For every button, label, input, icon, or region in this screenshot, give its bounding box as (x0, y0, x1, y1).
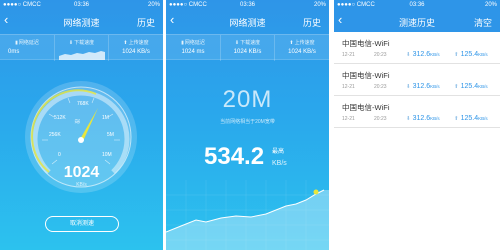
latency-label: 网络延迟 (184, 40, 205, 46)
current-speed-value: 1024 (63, 164, 100, 181)
upload-label: 上传速度 (294, 40, 315, 46)
download-speed: ⬇ 312.6KB/s (406, 115, 440, 122)
upload-value: 1024 KB/s (122, 49, 150, 55)
upload-value: 1024 KB/s (288, 49, 316, 55)
speedtest-screen: ●●●●○ CMCC 03:36 20% ‹ 网络测速 历史 ▮网络延迟 0ms… (0, 0, 163, 250)
latency-metric: ▮网络延迟 1024 ms (166, 35, 220, 61)
upload-speed-value: 125.4 (460, 51, 479, 58)
download-value: 1024 KB/s (233, 49, 262, 55)
download-arrow-icon: ⬇ (68, 40, 74, 46)
download-speed-unit: KB/s (430, 116, 440, 121)
upload-speed: ⬆ 125.4KB/s (454, 115, 488, 122)
nav-bar: ‹ 网络测速 历史 (0, 10, 163, 32)
speedtest-result-screen: ●●●●○ CMCC 03:36 20% ‹ 网络测速 历史 ▮网络延迟 102… (166, 0, 329, 250)
network-name: 中国电信-WiFi (342, 71, 390, 80)
gauge-tick-label: 5M (107, 132, 114, 138)
download-speed-value: 312.6 (412, 83, 431, 90)
download-arrow-icon: ⬇ (406, 116, 411, 122)
metrics-bar: ▮网络延迟 0ms ⬇下载速度 ⬆上传速度 1024 KB/s (0, 34, 163, 61)
download-metric: ⬇下载速度 1024 KB/s (220, 35, 274, 61)
metrics-bar: ▮网络延迟 1024 ms ⬇下载速度 1024 KB/s ⬆上传速度 1024… (166, 34, 329, 61)
upload-arrow-icon: ⬆ (454, 116, 459, 122)
battery-level: 20% (147, 2, 160, 8)
upload-arrow-icon: ⬆ (289, 40, 294, 46)
upload-speed: ⬆ 125.4KB/s (454, 51, 488, 58)
upload-arrow-icon: ⬆ (454, 52, 459, 58)
test-time: 20:23 (374, 116, 387, 122)
speed-area (166, 190, 329, 250)
test-time: 20:23 (374, 84, 387, 90)
speed-history-chart (166, 180, 329, 250)
download-speed-unit: KB/s (430, 52, 440, 57)
battery-level: 20% (484, 2, 497, 8)
gauge-tick-label: 1M (102, 115, 109, 121)
history-item[interactable]: 中国电信-WiFi 12-21 20:23 ⬇ 312.6KB/s ⬆ 125.4K… (334, 66, 500, 96)
upload-metric: ⬆上传速度 1024 KB/s (108, 35, 163, 61)
download-label: 下载速度 (74, 40, 95, 46)
bandwidth-plan: 20M (222, 86, 273, 113)
clear-button[interactable]: 清空 (474, 16, 492, 29)
gauge-tick-label: 256K (49, 132, 61, 138)
latency-icon: ▮ (181, 40, 184, 46)
network-name: 中国电信-WiFi (342, 39, 390, 48)
download-progress-sparkline (59, 51, 105, 60)
peak-speed-unit: KB/s (272, 160, 287, 167)
history-screen: ●●●●○ CMCC 03:36 20% ‹ 测速历史 清空 中国电信-WiFi… (334, 0, 500, 250)
wifi-icon: ≋ (74, 117, 81, 126)
history-button[interactable]: 历史 (303, 16, 321, 29)
gauge-tick-label: 768K (77, 101, 89, 107)
upload-speed-value: 125.4 (460, 83, 479, 90)
peak-speed-value: 534.2 (204, 143, 265, 170)
history-item[interactable]: 中国电信-WiFi 12-21 20:23 ⬇ 312.6KB/s ⬆ 125.4K… (334, 34, 500, 64)
test-date: 12-21 (342, 52, 355, 58)
upload-speed: ⬆ 125.4KB/s (454, 83, 488, 90)
status-bar: ●●●●○ CMCC 03:36 20% (0, 0, 163, 10)
status-time: 03:36 (239, 2, 255, 8)
gauge-tick-label: 10M (102, 152, 112, 158)
gauge-tick-label: 512K (54, 115, 66, 121)
download-metric: ⬇下载速度 (54, 35, 108, 61)
upload-speed-unit: KB/s (478, 52, 488, 57)
status-time: 03:36 (409, 2, 425, 8)
download-speed: ⬇ 312.6KB/s (406, 51, 440, 58)
upload-speed-unit: KB/s (478, 84, 488, 89)
latency-value: 1024 ms (181, 49, 205, 55)
test-date: 12-21 (342, 84, 355, 90)
download-arrow-icon: ⬇ (234, 40, 240, 46)
history-button[interactable]: 历史 (137, 16, 155, 29)
peak-speed-label: 最高 (272, 149, 285, 155)
gauge-tick-label: 0 (58, 152, 61, 158)
download-speed: ⬇ 312.6KB/s (406, 83, 440, 90)
latency-label: 网络延迟 (18, 40, 39, 46)
download-arrow-icon: ⬇ (406, 52, 411, 58)
latency-icon: ▮ (15, 40, 18, 46)
status-bar: ●●●●○ CMCC 03:36 20% (166, 0, 329, 10)
battery-level: 20% (313, 2, 326, 8)
nav-bar: ‹ 网络测速 历史 (166, 10, 329, 32)
download-speed-value: 312.6 (412, 115, 431, 122)
upload-speed-value: 125.4 (460, 115, 479, 122)
test-time: 20:23 (374, 52, 387, 58)
download-label: 下载速度 (240, 40, 261, 46)
status-time: 03:36 (73, 2, 89, 8)
latency-value: 0ms (8, 49, 20, 55)
current-speed-unit: KB/s (76, 182, 87, 188)
download-speed-unit: KB/s (430, 84, 440, 89)
status-bar: ●●●●○ CMCC 03:36 20% (334, 0, 500, 10)
latency-metric: ▮网络延迟 0ms (0, 35, 54, 61)
current-point (313, 189, 319, 195)
download-speed-value: 312.6 (412, 51, 431, 58)
download-arrow-icon: ⬇ (406, 84, 411, 90)
upload-arrow-icon: ⬆ (123, 40, 128, 46)
upload-speed-unit: KB/s (478, 116, 488, 121)
upload-label: 上传速度 (128, 40, 149, 46)
network-name: 中国电信-WiFi (342, 103, 390, 112)
nav-bar: ‹ 测速历史 清空 (334, 10, 500, 32)
bandwidth-description: 当前网络相当于20M宽带 (220, 119, 275, 125)
cancel-test-button[interactable]: 取消测速 (45, 216, 119, 232)
upload-arrow-icon: ⬆ (454, 84, 459, 90)
upload-metric: ⬆上传速度 1024 KB/s (274, 35, 329, 61)
history-item[interactable]: 中国电信-WiFi 12-21 20:23 ⬇ 312.6KB/s ⬆ 125.4K… (334, 98, 500, 128)
test-date: 12-21 (342, 116, 355, 122)
